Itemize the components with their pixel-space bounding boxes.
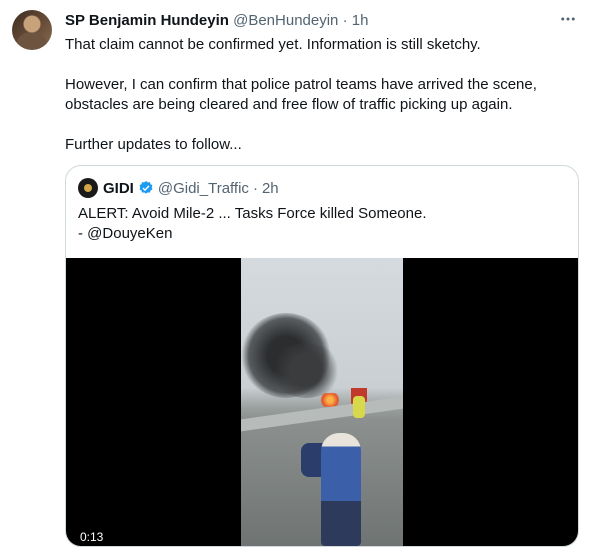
quoted-text-line: ALERT: Avoid Mile-2 ... Tasks Force kill… xyxy=(78,205,427,222)
separator: · xyxy=(342,12,348,29)
quoted-author-name[interactable]: GIDI xyxy=(103,180,134,197)
tweet-paragraph: That claim cannot be confirmed yet. Info… xyxy=(65,36,481,53)
quoted-text-line: - @DouyeKen xyxy=(78,225,173,242)
quoted-author-avatar[interactable] xyxy=(78,178,98,198)
author-avatar[interactable] xyxy=(12,10,52,50)
video-frame xyxy=(241,258,403,546)
quoted-tweet-card[interactable]: GIDI @Gidi_Traffic · 2h ALERT: Avoid Mil… xyxy=(65,165,579,547)
pedestrian xyxy=(321,433,361,546)
tweet-paragraph: Further updates to follow... xyxy=(65,136,242,153)
video-timestamp: 0:13 xyxy=(80,530,104,544)
tweet-text: That claim cannot be confirmed yet. Info… xyxy=(65,35,575,155)
separator: · xyxy=(252,179,258,197)
more-horizontal-icon xyxy=(561,17,575,21)
tweet-paragraph: However, I can confirm that police patro… xyxy=(65,76,537,113)
author-handle[interactable]: @BenHundeyin xyxy=(233,12,338,29)
quoted-tweet-header: GIDI @Gidi_Traffic · 2h xyxy=(78,178,279,198)
author-name[interactable]: SP Benjamin Hundeyin xyxy=(65,12,229,29)
quoted-author-handle[interactable]: @Gidi_Traffic xyxy=(158,180,249,197)
quoted-tweet-time[interactable]: 2h xyxy=(262,180,279,197)
smoke-plume xyxy=(271,343,341,398)
tweet-header: SP Benjamin Hundeyin @BenHundeyin · 1h xyxy=(65,12,573,32)
verified-badge-icon xyxy=(139,181,153,194)
video-player[interactable]: 0:13 xyxy=(66,258,578,546)
bystander xyxy=(353,396,365,418)
tweet-time[interactable]: 1h xyxy=(352,12,369,29)
quoted-tweet-text: ALERT: Avoid Mile-2 ... Tasks Force kill… xyxy=(78,204,427,244)
more-options-icon[interactable] xyxy=(559,10,577,33)
